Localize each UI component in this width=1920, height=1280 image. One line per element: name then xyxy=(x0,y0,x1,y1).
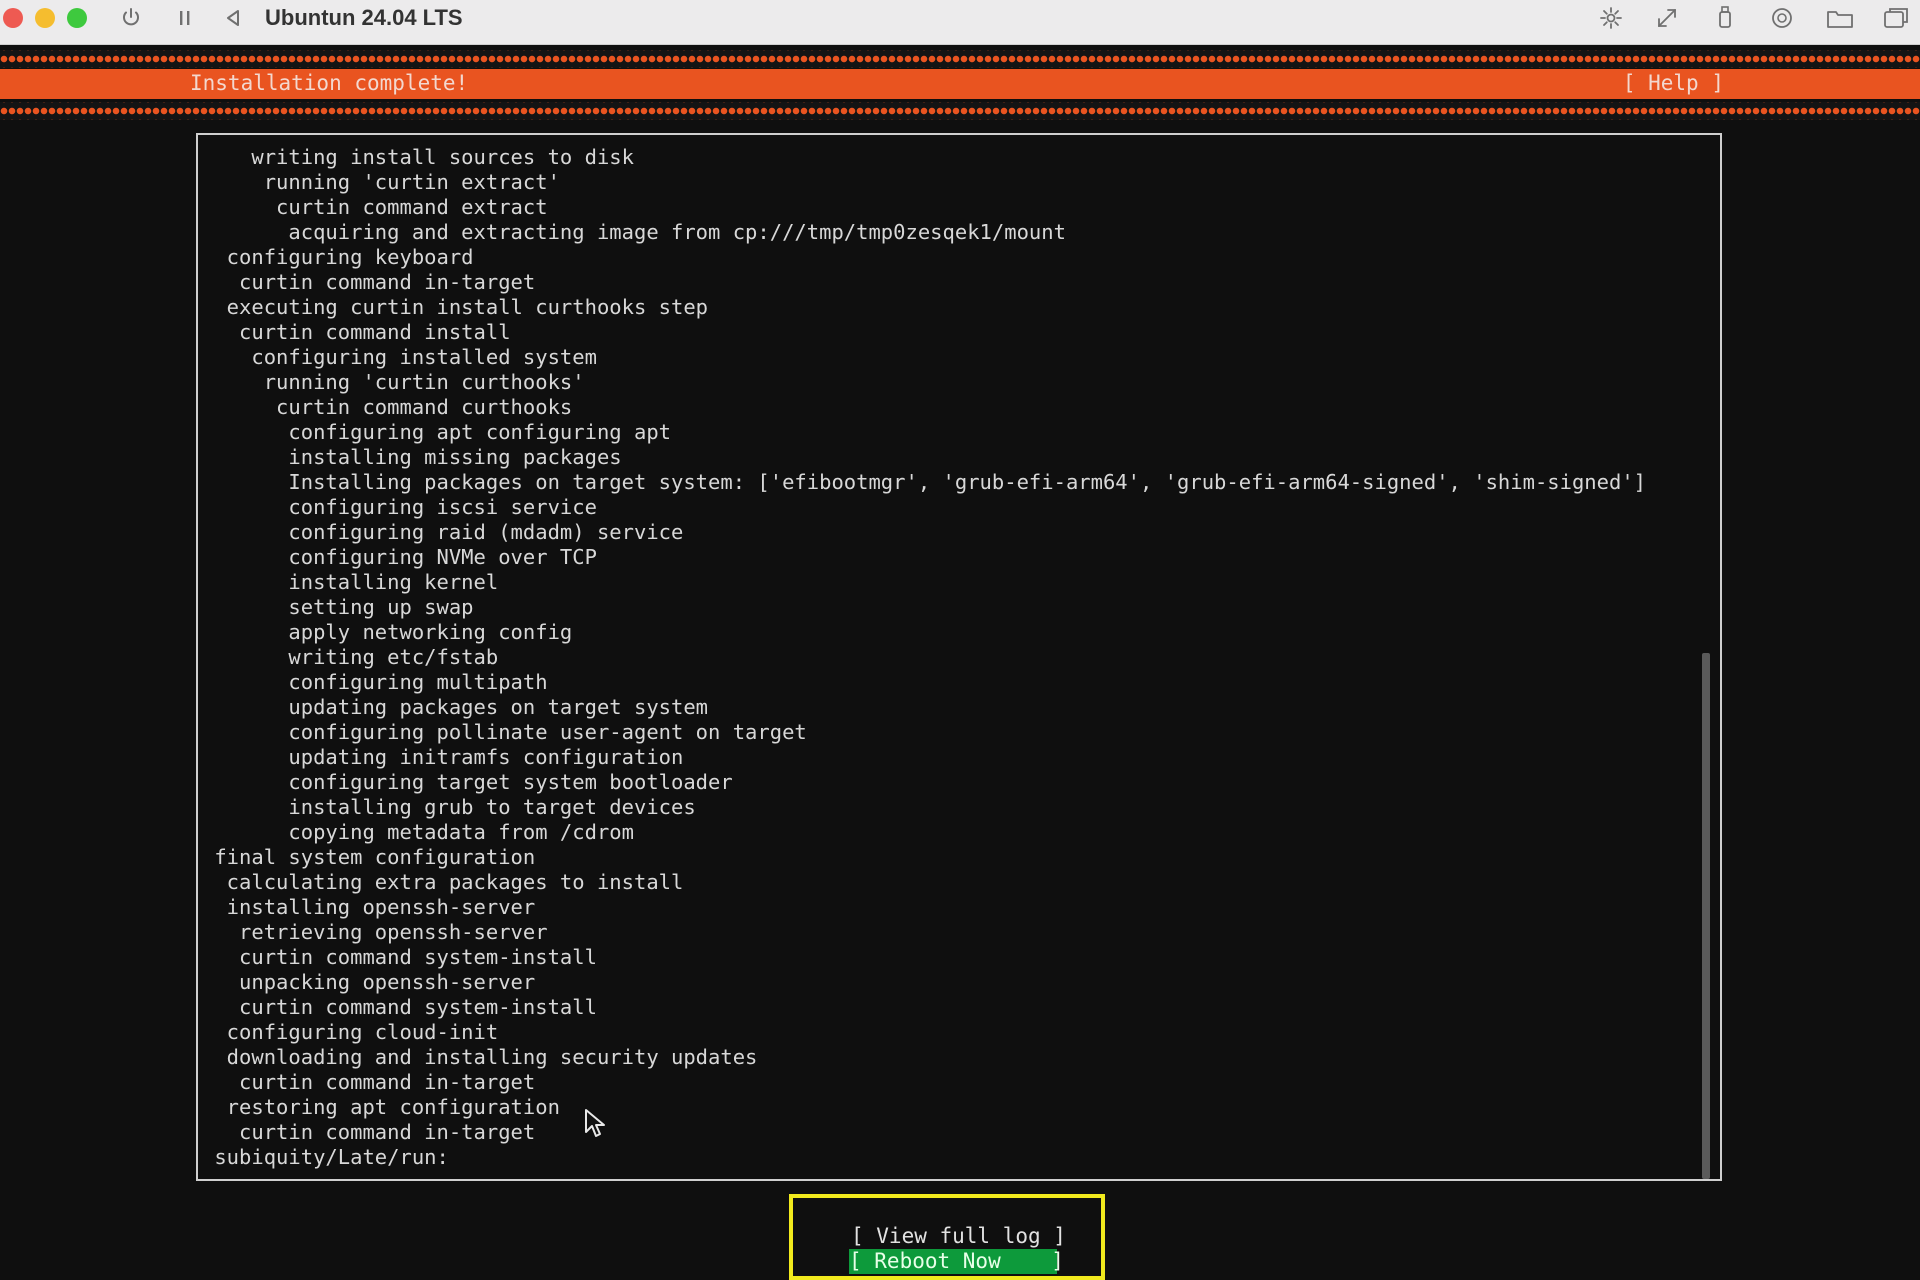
windows-icon[interactable] xyxy=(1878,2,1914,34)
log-line: updating packages on target system xyxy=(202,695,709,719)
log-line: curtin command system-install xyxy=(202,945,597,969)
log-line: acquiring and extracting image from cp:/… xyxy=(202,220,1066,244)
log-line: curtin command curthooks xyxy=(202,395,573,419)
usb-icon[interactable] xyxy=(1710,2,1740,34)
installer-header: Installation complete! [ Help ] xyxy=(0,69,1920,99)
log-line: running 'curtin extract' xyxy=(202,170,560,194)
log-scrollbar[interactable] xyxy=(1702,141,1710,1179)
power-icon[interactable] xyxy=(116,2,146,34)
log-line: calculating extra packages to install xyxy=(202,870,684,894)
log-line: configuring pollinate user-agent on targ… xyxy=(202,720,807,744)
log-line: configuring NVMe over TCP xyxy=(202,545,597,569)
close-window-button[interactable] xyxy=(3,8,23,28)
window-title: Ubuntun 24.04 LTS xyxy=(265,5,463,30)
log-line: apply networking config xyxy=(202,620,573,644)
log-line: restoring apt configuration xyxy=(202,1095,560,1119)
log-line: installing missing packages xyxy=(202,445,622,469)
log-line: configuring installed system xyxy=(202,345,597,369)
back-icon[interactable] xyxy=(219,2,247,34)
log-line: curtin command in-target xyxy=(202,1120,536,1144)
log-line: retrieving openssh-server xyxy=(202,920,548,944)
log-line: subiquity/Late/run: xyxy=(202,1145,449,1169)
log-line: executing curtin install curthooks step xyxy=(202,295,709,319)
log-line: writing install sources to disk xyxy=(202,145,634,169)
log-line: curtin command extract xyxy=(202,195,548,219)
mouse-pointer-icon xyxy=(584,1108,606,1144)
pause-icon[interactable] xyxy=(172,2,198,34)
resize-icon[interactable] xyxy=(1652,2,1682,34)
zoom-window-button[interactable] xyxy=(67,8,87,28)
shared-folder-icon[interactable] xyxy=(1766,2,1798,34)
header-pattern-bottom xyxy=(0,102,1920,120)
minimize-window-button[interactable] xyxy=(35,8,55,28)
display-icon[interactable] xyxy=(1596,2,1626,34)
log-line: setting up swap xyxy=(202,595,474,619)
log-line: updating initramfs configuration xyxy=(202,745,684,769)
log-line: configuring raid (mdadm) service xyxy=(202,520,684,544)
log-line: Installing packages on target system: ['… xyxy=(202,470,1647,494)
log-line: running 'curtin curthooks' xyxy=(202,370,585,394)
log-line: installing kernel xyxy=(202,570,499,594)
header-pattern-top xyxy=(0,50,1920,68)
installer-screen: Installation complete! [ Help ] writing … xyxy=(0,45,1920,1280)
reboot-now-button[interactable]: [ Reboot Now ] xyxy=(849,1249,1064,1274)
log-scrollbar-thumb[interactable] xyxy=(1702,653,1710,1179)
log-line: configuring iscsi service xyxy=(202,495,597,519)
log-line: curtin command system-install xyxy=(202,995,597,1019)
log-line: unpacking openssh-server xyxy=(202,970,536,994)
install-log-text: writing install sources to disk running … xyxy=(202,145,1696,1170)
vm-window-titlebar: Ubuntun 24.04 LTS xyxy=(0,0,1920,45)
log-line: final system configuration xyxy=(202,845,536,869)
log-line: configuring apt configuring apt xyxy=(202,420,671,444)
log-line: configuring target system bootloader xyxy=(202,770,733,794)
log-line: writing etc/fstab xyxy=(202,645,499,669)
log-line: curtin command in-target xyxy=(202,270,536,294)
view-full-log-button[interactable]: [ View full log ] xyxy=(851,1224,1066,1248)
log-line: configuring cloud-init xyxy=(202,1020,499,1044)
log-line: copying metadata from /cdrom xyxy=(202,820,634,844)
folder-icon[interactable] xyxy=(1822,2,1858,34)
log-line: configuring multipath xyxy=(202,670,548,694)
install-log-panel[interactable]: writing install sources to disk running … xyxy=(196,133,1722,1181)
log-line: installing openssh-server xyxy=(202,895,536,919)
log-line: installing grub to target devices xyxy=(202,795,696,819)
log-line: downloading and installing security upda… xyxy=(202,1045,758,1069)
log-line: curtin command install xyxy=(202,320,511,344)
log-line: configuring keyboard xyxy=(202,245,474,269)
help-button[interactable]: [ Help ] xyxy=(1623,71,1724,95)
log-line: curtin command in-target xyxy=(202,1070,536,1094)
header-title: Installation complete! xyxy=(190,71,469,95)
